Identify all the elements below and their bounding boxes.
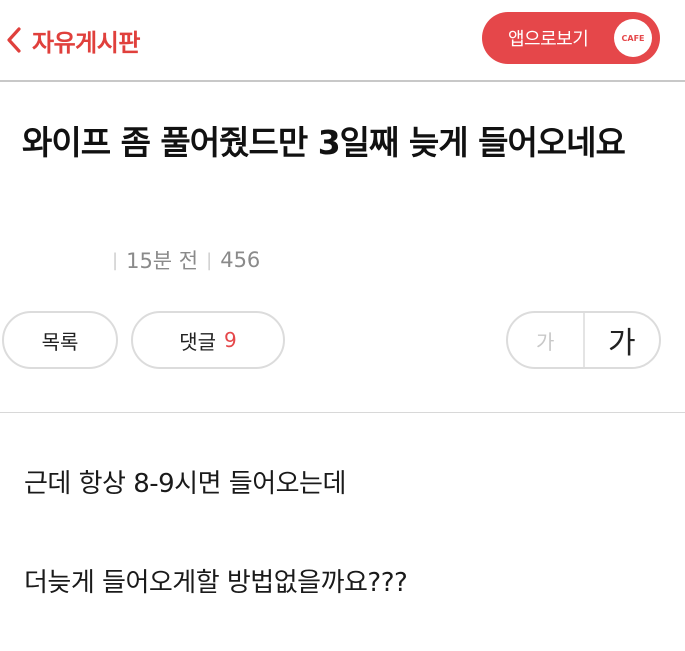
chevron-left-icon — [7, 27, 21, 53]
top-bar: 자유게시판 앱으로보기 CAFE — [0, 0, 685, 82]
comment-button-label: 댓글 — [179, 329, 217, 354]
back-button[interactable]: 자유게시판 — [4, 20, 140, 60]
post-body-line: 근데 항상 8-9시면 들어오는데 — [24, 469, 346, 499]
list-button[interactable]: 목록 — [2, 311, 118, 369]
post-body-line: 더늦게 들어오게할 방법없을까요??? — [24, 568, 408, 598]
font-decrease-label: 가 — [536, 329, 555, 354]
cafe-logo-icon: CAFE — [614, 19, 652, 57]
font-increase-button[interactable]: 가 — [585, 313, 660, 367]
board-name: 자유게시판 — [32, 28, 140, 57]
post-time: 15분 전 — [126, 249, 199, 273]
open-in-app-button[interactable]: 앱으로보기 CAFE — [482, 12, 660, 64]
view-count: 456 — [220, 248, 261, 272]
meta-separator: | — [112, 249, 119, 271]
post-meta: | 15분 전 | 456 — [104, 246, 260, 274]
comment-count: 9 — [224, 328, 237, 352]
comment-button[interactable]: 댓글 9 — [131, 311, 285, 369]
cafe-logo-text: CAFE — [621, 33, 645, 43]
content-divider — [0, 412, 685, 413]
font-increase-label: 가 — [607, 326, 636, 361]
open-in-app-label: 앱으로보기 — [508, 29, 589, 50]
font-size-control: 가 가 — [506, 311, 661, 369]
meta-separator: | — [206, 249, 213, 271]
post-title: 와이프 좀 풀어줬드만 3일째 늦게 들어오네요 — [22, 123, 626, 162]
font-decrease-button[interactable]: 가 — [508, 313, 585, 367]
list-button-label: 목록 — [41, 329, 79, 354]
